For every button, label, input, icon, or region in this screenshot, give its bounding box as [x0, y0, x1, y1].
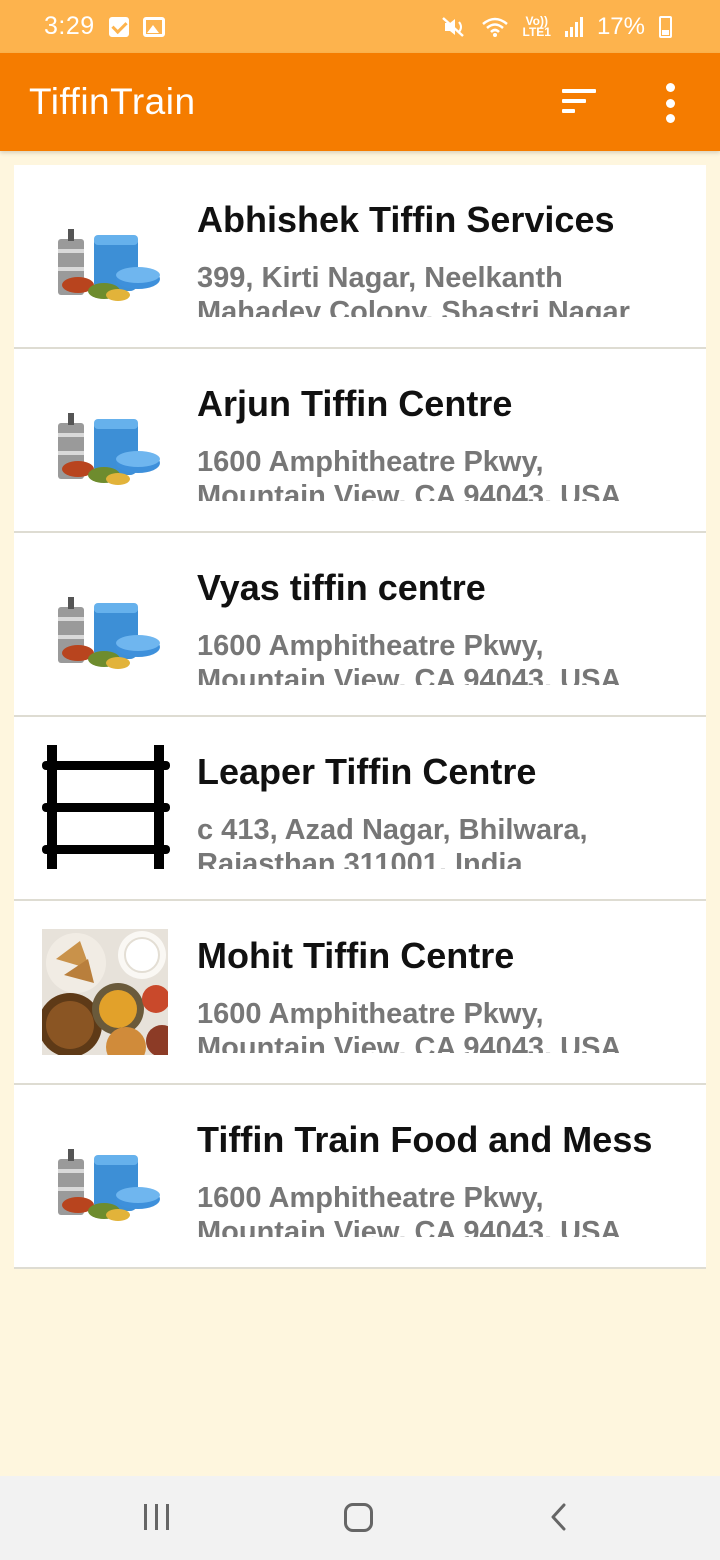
- item-title: Vyas tiffin centre: [197, 567, 486, 608]
- lte-bottom-label: LTE1: [522, 24, 551, 39]
- ladder-image: [42, 745, 170, 869]
- lte-indicator: Vo)) LTE1: [522, 15, 551, 39]
- item-title: Arjun Tiffin Centre: [197, 383, 513, 424]
- mute-vibrate-icon: [441, 16, 464, 37]
- list-item[interactable]: Mohit Tiffin Centre 1600 Amphitheatre Pk…: [14, 901, 706, 1085]
- list-item[interactable]: Vyas tiffin centre 1600 Amphitheatre Pkw…: [14, 533, 706, 717]
- list-item[interactable]: Leaper Tiffin Centre c 413, Azad Nagar, …: [14, 717, 706, 901]
- item-address: c 413, Azad Nagar, Bhilwara, Rajasthan 3…: [197, 814, 588, 869]
- status-time: 3:29: [44, 12, 95, 40]
- tiffin-box-image: [51, 591, 161, 669]
- status-bar: 3:29 Vo)) LTE1 17%: [0, 0, 720, 53]
- list-item[interactable]: Tiffin Train Food and Mess 1600 Amphithe…: [14, 1085, 706, 1269]
- more-vert-icon[interactable]: [660, 83, 680, 123]
- checkbox-notification-icon: [108, 16, 129, 37]
- item-address: 399, Kirti Nagar, Neelkanth Mahadev Colo…: [197, 262, 630, 317]
- sort-icon[interactable]: [562, 89, 598, 115]
- item-address: 1600 Amphitheatre Pkwy, Mountain View, C…: [197, 446, 622, 501]
- item-title: Abhishek Tiffin Services: [197, 199, 615, 240]
- tiffin-box-image: [51, 223, 161, 301]
- tiffin-list: Abhishek Tiffin Services 399, Kirti Naga…: [14, 165, 706, 1269]
- item-title: Mohit Tiffin Centre: [197, 935, 515, 976]
- system-nav-bar: [0, 1476, 720, 1560]
- home-icon[interactable]: [344, 1503, 373, 1532]
- battery-percent: 17%: [596, 12, 645, 40]
- item-address: 1600 Amphitheatre Pkwy, Mountain View, C…: [197, 998, 622, 1053]
- item-title: Tiffin Train Food and Mess: [197, 1119, 653, 1160]
- wifi-icon: [481, 17, 508, 37]
- back-icon[interactable]: [548, 1502, 568, 1532]
- status-left: 3:29: [44, 12, 165, 41]
- item-address: 1600 Amphitheatre Pkwy, Mountain View, C…: [197, 1182, 622, 1237]
- signal-icon: [564, 16, 583, 37]
- list-item[interactable]: Arjun Tiffin Centre 1600 Amphitheatre Pk…: [14, 349, 706, 533]
- battery-icon: [659, 15, 672, 38]
- app-title: TiffinTrain: [29, 81, 196, 122]
- item-address: 1600 Amphitheatre Pkwy, Mountain View, C…: [197, 630, 622, 685]
- thali-food-image: [42, 929, 168, 1055]
- item-title: Leaper Tiffin Centre: [197, 751, 537, 792]
- gallery-notification-icon: [142, 16, 165, 37]
- tiffin-box-image: [51, 407, 161, 485]
- app-bar: TiffinTrain: [0, 53, 720, 151]
- tiffin-box-image: [51, 1143, 161, 1221]
- list-item[interactable]: Abhishek Tiffin Services 399, Kirti Naga…: [14, 165, 706, 349]
- status-right: Vo)) LTE1 17%: [441, 12, 672, 41]
- recents-icon[interactable]: [143, 1504, 171, 1530]
